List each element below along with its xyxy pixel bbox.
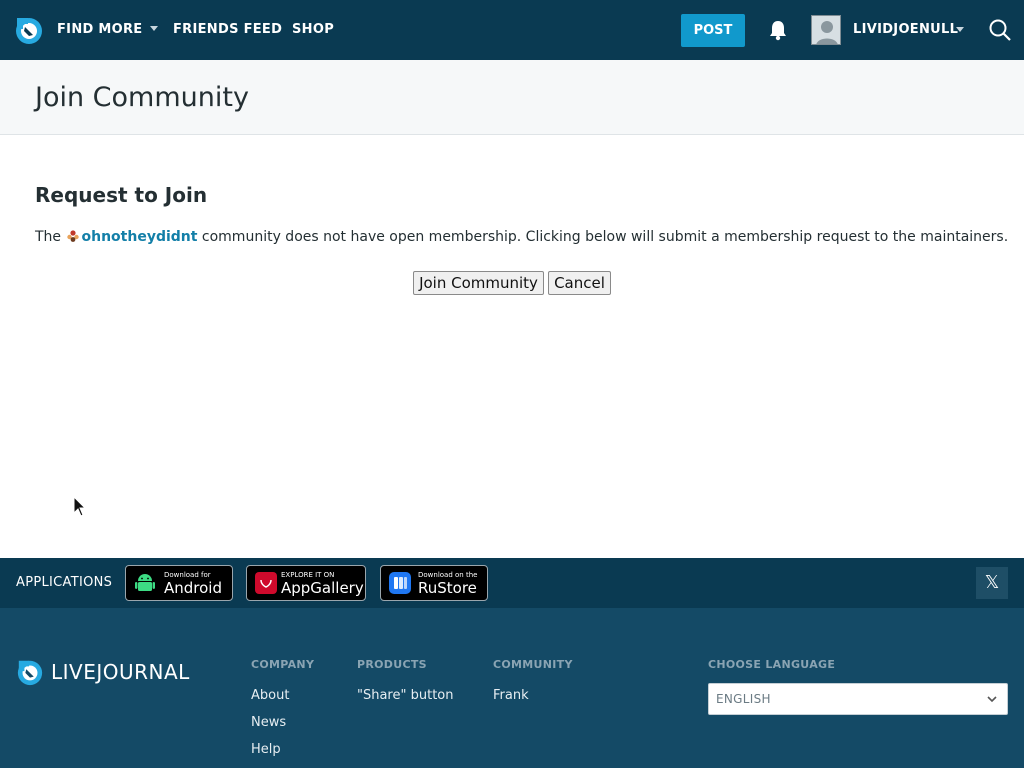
- chevron-down-icon: [987, 696, 997, 703]
- search-icon[interactable]: [988, 18, 1012, 42]
- footer-link-about[interactable]: About: [251, 688, 289, 703]
- desc-prefix: The: [35, 229, 66, 245]
- rustore-small-text: Download on the: [418, 571, 478, 579]
- livejournal-logo-icon[interactable]: [14, 15, 44, 45]
- avatar-icon: [816, 21, 838, 44]
- language-selected-value: ENGLISH: [716, 692, 771, 706]
- android-big-text: Android: [164, 579, 222, 597]
- cancel-button[interactable]: Cancel: [548, 271, 611, 295]
- join-community-button[interactable]: Join Community: [413, 271, 544, 295]
- nav-friends-feed[interactable]: FRIENDS FEED: [173, 22, 282, 37]
- x-icon[interactable]: 𝕏: [976, 567, 1008, 599]
- footer-link-frank[interactable]: Frank: [493, 688, 529, 703]
- huawei-store-badge[interactable]: EXPLORE IT ON AppGallery: [246, 565, 366, 601]
- caret-down-icon: [149, 26, 158, 31]
- rustore-icon: [389, 572, 411, 594]
- page-title: Join Community: [35, 82, 249, 113]
- android-icon: [135, 574, 155, 591]
- android-store-badge[interactable]: Download for Android: [125, 565, 233, 601]
- footer-community-heading: COMMUNITY: [493, 658, 573, 671]
- nav-shop[interactable]: SHOP: [292, 22, 334, 37]
- applications-label: APPLICATIONS: [16, 575, 113, 590]
- footer-language-heading: CHOOSE LANGUAGE: [708, 658, 836, 671]
- footer-products-heading: PRODUCTS: [357, 658, 427, 671]
- nav-find-more-label: FIND MORE: [57, 22, 143, 37]
- android-small-text: Download for: [164, 571, 211, 579]
- community-link[interactable]: ohnotheydidnt: [82, 229, 198, 245]
- footer-company-heading: COMPANY: [251, 658, 315, 671]
- community-icon[interactable]: [66, 229, 80, 243]
- livejournal-logo-icon[interactable]: [16, 658, 44, 686]
- language-select[interactable]: ENGLISH: [708, 683, 1008, 715]
- footer-link-share-button[interactable]: "Share" button: [357, 688, 453, 703]
- avatar[interactable]: [811, 15, 841, 45]
- huawei-icon: [255, 572, 277, 594]
- section-title: Request to Join: [35, 183, 208, 207]
- rustore-big-text: RuStore: [418, 579, 477, 597]
- membership-description: The ohnotheydidnt community does not hav…: [35, 229, 1008, 245]
- footer-brand[interactable]: LIVEJOURNAL: [51, 660, 190, 684]
- caret-down-icon[interactable]: [956, 27, 964, 32]
- cursor-icon: [73, 496, 87, 517]
- huawei-big-text: AppGallery: [281, 579, 364, 597]
- huawei-small-text: EXPLORE IT ON: [281, 571, 335, 579]
- bell-icon[interactable]: [767, 19, 789, 41]
- nav-find-more[interactable]: FIND MORE: [57, 22, 158, 37]
- footer-link-news[interactable]: News: [251, 715, 286, 730]
- rustore-store-badge[interactable]: Download on the RuStore: [380, 565, 488, 601]
- footer-link-help[interactable]: Help: [251, 742, 281, 757]
- post-button[interactable]: POST: [681, 14, 745, 47]
- desc-suffix: community does not have open membership.…: [197, 229, 1009, 245]
- username-menu[interactable]: LIVIDJOENULL: [853, 22, 958, 37]
